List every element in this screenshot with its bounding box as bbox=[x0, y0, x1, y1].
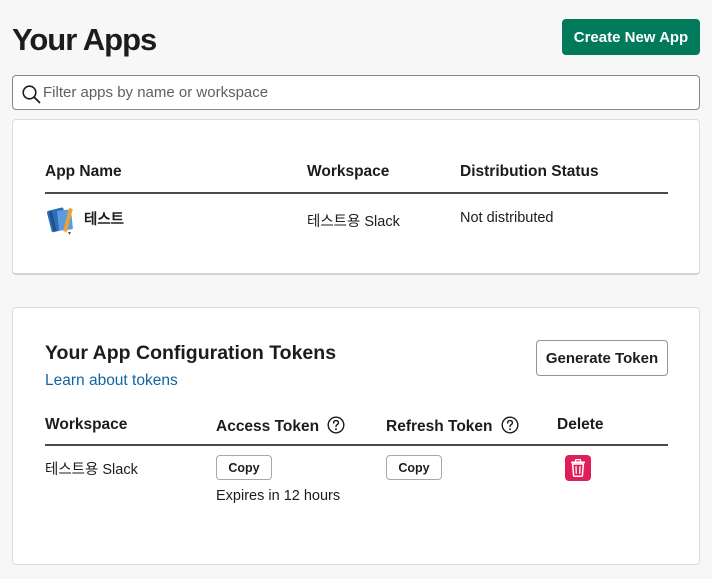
column-header-delete: Delete bbox=[557, 416, 604, 433]
column-header-access-token: Access Token bbox=[216, 416, 345, 436]
search-input[interactable] bbox=[43, 77, 693, 108]
copy-access-token-button[interactable]: Copy bbox=[216, 455, 272, 480]
delete-token-button[interactable] bbox=[565, 455, 591, 481]
help-icon[interactable] bbox=[501, 416, 519, 434]
token-workspace: 테스트용 Slack bbox=[45, 462, 138, 478]
trash-icon bbox=[571, 459, 585, 477]
page-title: Your Apps bbox=[12, 22, 157, 57]
app-name-link[interactable]: 테스트 bbox=[84, 208, 124, 229]
configuration-tokens-card: Your App Configuration Tokens Learn abou… bbox=[12, 307, 700, 565]
access-token-expiry: Expires in 12 hours bbox=[216, 488, 341, 504]
app-distribution-status: Not distributed bbox=[460, 210, 554, 226]
create-new-app-button[interactable]: Create New App bbox=[562, 19, 700, 55]
app-workspace: 테스트용 Slack bbox=[307, 214, 400, 230]
tokens-header-divider bbox=[45, 444, 668, 446]
generate-token-button[interactable]: Generate Token bbox=[536, 340, 668, 376]
column-header-refresh-token: Refresh Token bbox=[386, 416, 519, 436]
tokens-section-title: Your App Configuration Tokens bbox=[45, 342, 337, 364]
help-icon[interactable] bbox=[327, 416, 345, 434]
table-header-divider bbox=[45, 192, 668, 194]
app-filter-search bbox=[12, 75, 700, 110]
notebook-icon bbox=[47, 207, 73, 235]
column-header-app-name: App Name bbox=[45, 163, 122, 180]
search-icon bbox=[22, 85, 41, 104]
column-header-workspace: Workspace bbox=[307, 163, 390, 180]
apps-card: App Name Workspace Distribution Status 테… bbox=[12, 119, 700, 275]
column-header-workspace: Workspace bbox=[45, 416, 128, 433]
column-header-distribution-status: Distribution Status bbox=[460, 163, 599, 180]
copy-refresh-token-button[interactable]: Copy bbox=[386, 455, 442, 480]
learn-about-tokens-link[interactable]: Learn about tokens bbox=[45, 372, 178, 390]
